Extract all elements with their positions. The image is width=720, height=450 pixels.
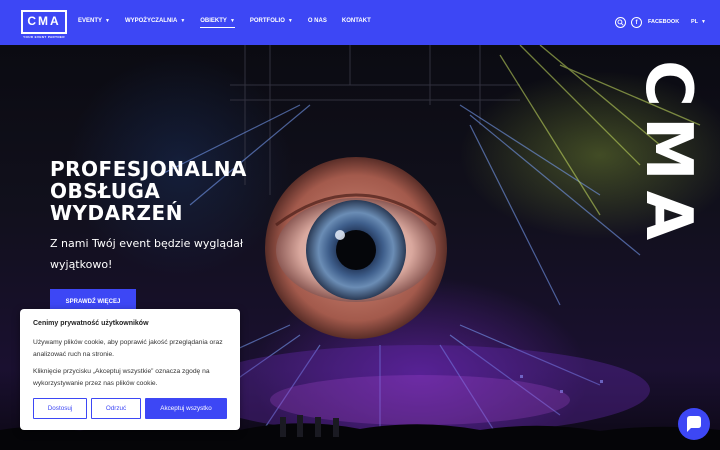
- page: CMA YOUR EVENT PARTNER EVENTY ▼ WYPOŻYCZA…: [0, 0, 720, 450]
- search-icon[interactable]: [615, 17, 626, 28]
- main-nav: EVENTY ▼ WYPOŻYCZALNIA ▼ OBIEKTY ▼ PORTFOLI…: [78, 18, 386, 28]
- logo-tagline: YOUR EVENT PARTNER: [23, 35, 65, 39]
- chevron-down-icon: ▼: [105, 18, 110, 24]
- nav-item-eventy[interactable]: EVENTY ▼: [78, 18, 110, 24]
- chevron-down-icon: ▼: [180, 18, 186, 24]
- nav-item-o-nas[interactable]: O NAS: [308, 18, 327, 24]
- chevron-down-icon: ▼: [229, 18, 235, 24]
- chevron-down-icon: ▼: [701, 19, 706, 25]
- chevron-down-icon: ▼: [287, 18, 293, 24]
- chat-bubble-icon: [687, 416, 701, 432]
- headline-line-1: PROFESJONALNA: [50, 157, 247, 181]
- hero-headline: PROFESJONALNA OBSŁUGA WYDARZEŃ: [50, 158, 280, 224]
- language-selector[interactable]: PL ▼: [691, 19, 706, 25]
- nav-item-kontakt[interactable]: KONTAKT: [342, 18, 371, 24]
- facebook-link[interactable]: FACEBOOK: [648, 19, 679, 25]
- nav-item-obiekty[interactable]: OBIEKTY ▼: [200, 18, 235, 28]
- cookie-consent-note: Kliknięcie przycisku „Akceptuj wszystkie…: [33, 368, 210, 387]
- facebook-icon[interactable]: f: [631, 17, 642, 28]
- vertical-brand-text: CMA: [631, 60, 705, 251]
- nav-item-portfolio[interactable]: PORTFOLIO ▼: [250, 18, 293, 24]
- nav-item-wypozyczalnia[interactable]: WYPOŻYCZALNIA ▼: [125, 18, 185, 24]
- cookie-title: Cenimy prywatność użytkowników: [33, 320, 149, 327]
- cookie-description: Używamy plików cookie, aby poprawić jako…: [33, 339, 223, 358]
- cookie-consent-dialog: Cenimy prywatność użytkowników Używamy p…: [20, 309, 240, 430]
- logo[interactable]: CMA: [21, 10, 67, 34]
- reject-button[interactable]: Odrzuć: [91, 398, 141, 419]
- chat-button[interactable]: [678, 408, 710, 440]
- customize-button[interactable]: Dostosuj: [33, 398, 87, 419]
- headline-line-2: OBSŁUGA: [50, 179, 161, 203]
- logo-text: CMA: [27, 14, 61, 28]
- site-header: CMA YOUR EVENT PARTNER EVENTY ▼ WYPOŻYCZA…: [0, 0, 720, 45]
- headline-line-3: WYDARZEŃ: [50, 201, 183, 225]
- hero-subheadline: Z nami Twój event będzie wyglądał wyjątk…: [50, 237, 243, 271]
- accept-all-button[interactable]: Akceptuj wszystko: [145, 398, 227, 419]
